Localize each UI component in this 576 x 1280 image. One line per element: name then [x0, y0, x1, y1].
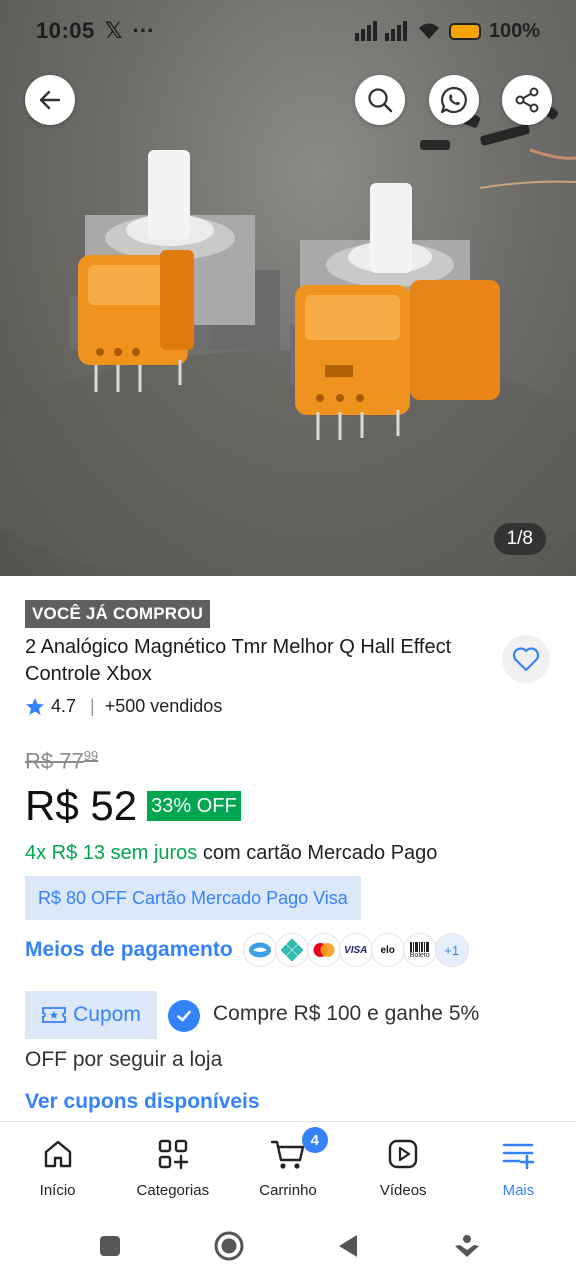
rating-separator: | — [90, 696, 95, 716]
x-app-icon: 𝕏 — [104, 18, 123, 43]
current-price: R$ 52 — [25, 782, 138, 829]
installments-highlight: 4x R$ 13 sem juros — [25, 842, 198, 864]
original-price: R$ 7799 — [25, 748, 98, 774]
assistant-icon — [454, 1234, 479, 1257]
payment-methods-row[interactable]: Meios de pagamento VISA elo Boleto +1 — [25, 930, 469, 970]
triangle-back-icon — [338, 1234, 357, 1257]
bottom-navigation: Início Categorias 4 Carrinho Vídeos Mais — [0, 1121, 576, 1211]
already-bought-badge: VOCÊ JÁ COMPROU — [25, 600, 211, 628]
nav-item-categories[interactable]: Categorias — [115, 1122, 230, 1211]
nav-item-videos[interactable]: Vídeos — [346, 1122, 461, 1211]
wifi-icon — [418, 23, 439, 39]
nav-item-more[interactable]: Mais — [461, 1122, 576, 1211]
coupon-tag[interactable]: Cupom — [25, 991, 157, 1039]
share-button[interactable] — [502, 75, 552, 125]
status-time: 10:05 — [36, 18, 95, 43]
sold-count: +500 vendidos — [104, 696, 223, 716]
battery-level: 100% — [488, 19, 540, 42]
check-icon — [177, 1010, 191, 1022]
share-icon — [515, 87, 539, 113]
system-navigation-bar — [0, 1211, 576, 1280]
original-price-int: R$ 77 — [25, 748, 84, 774]
more-notifications-icon: ··· — [132, 18, 155, 43]
circle-icon — [214, 1231, 243, 1260]
product-photo — [0, 90, 576, 576]
video-icon — [385, 1136, 421, 1172]
product-details: VOCÊ JÁ COMPROU 2 Analógico Magnético Tm… — [0, 576, 576, 1121]
nav-item-cart[interactable]: 4 Carrinho — [230, 1122, 345, 1211]
visa-icon: VISA — [338, 933, 373, 967]
home-system-button[interactable] — [209, 1226, 249, 1266]
whatsapp-icon — [440, 86, 467, 114]
card-promo-chip[interactable]: R$ 80 OFF Cartão Mercado Pago Visa — [25, 876, 361, 920]
boleto-icon: Boleto — [402, 933, 437, 967]
cart-count-badge: 4 — [301, 1127, 328, 1153]
nav-label-more: Mais — [502, 1182, 535, 1199]
original-price-cents: 99 — [83, 748, 99, 763]
arrow-left-icon — [39, 90, 61, 110]
nav-label-categories: Categorias — [136, 1182, 210, 1199]
status-bar: 10:05 𝕏 ··· 100% — [0, 0, 576, 62]
image-counter: 1/8 — [493, 523, 546, 555]
coupon-description-cont: OFF por seguir a loja — [25, 1048, 223, 1071]
product-image-gallery[interactable]: 10:05 𝕏 ··· 100% 1/8 — [0, 0, 576, 576]
favorite-button[interactable] — [502, 635, 550, 683]
star-icon — [26, 697, 44, 715]
mastercard-icon — [306, 933, 341, 967]
product-title: 2 Analógico Magnético Tmr Melhor Q Hall … — [25, 636, 452, 685]
rating-value: 4.7 — [51, 696, 77, 716]
price-row: R$ 52 33% OFF — [25, 782, 241, 830]
nav-label-home: Início — [39, 1182, 76, 1199]
signal-icon — [354, 21, 407, 41]
coupon-label: Cupom — [73, 1003, 141, 1026]
battery-icon — [448, 22, 481, 40]
installments-text: com cartão Mercado Pago — [197, 842, 438, 864]
whatsapp-share-button[interactable] — [429, 75, 479, 125]
back-system-button[interactable] — [328, 1226, 368, 1266]
pix-icon — [274, 933, 309, 967]
nav-label-cart: Carrinho — [259, 1182, 317, 1199]
nav-label-videos: Vídeos — [379, 1182, 427, 1199]
home-icon — [40, 1136, 76, 1172]
discount-badge: 33% OFF — [147, 791, 241, 821]
menu-plus-icon — [500, 1136, 536, 1172]
coupon-ticket-icon — [42, 1007, 67, 1023]
more-payment-methods-count: +1 — [434, 933, 469, 967]
square-icon — [99, 1235, 120, 1256]
back-button[interactable] — [25, 75, 75, 125]
payment-methods-link[interactable]: Meios de pagamento — [25, 938, 233, 962]
boleto-label: Boleto — [409, 951, 430, 959]
search-icon — [368, 88, 393, 113]
heart-icon — [512, 647, 540, 672]
cart-icon — [270, 1136, 306, 1172]
coupon-applied-check — [168, 1000, 200, 1032]
recent-apps-button[interactable] — [90, 1226, 130, 1266]
rating-row[interactable]: 4.7 | +500 vendidos — [25, 696, 222, 717]
coupon-description: Compre R$ 100 e ganhe 5% — [213, 1002, 480, 1025]
mercado-pago-icon — [242, 933, 277, 967]
assistant-button[interactable] — [447, 1226, 487, 1266]
elo-icon: elo — [370, 933, 405, 967]
categories-icon — [155, 1136, 191, 1172]
installments-info: 4x R$ 13 sem juros com cartão Mercado Pa… — [25, 842, 437, 865]
search-button[interactable] — [355, 75, 405, 125]
nav-item-home[interactable]: Início — [0, 1122, 115, 1211]
see-coupons-link[interactable]: Ver cupons disponíveis — [25, 1090, 260, 1114]
